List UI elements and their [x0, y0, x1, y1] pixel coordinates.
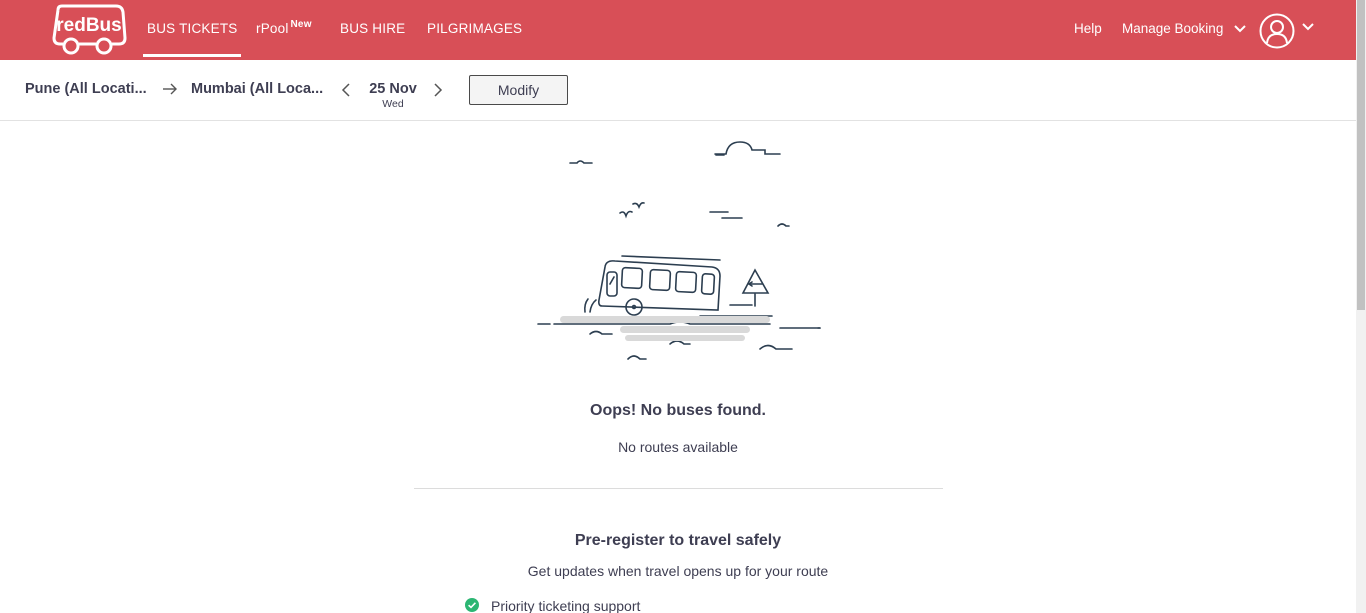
nav-rpool-label: rPool: [256, 21, 289, 36]
previous-date-icon[interactable]: [340, 82, 352, 98]
user-avatar-icon[interactable]: [1259, 13, 1295, 49]
check-circle-icon: [465, 598, 479, 612]
section-divider: [414, 488, 943, 489]
manage-booking-label: Manage Booking: [1122, 21, 1224, 36]
redbus-logo[interactable]: redBus: [50, 4, 128, 56]
travel-weekday: Wed: [382, 98, 404, 110]
manage-booking-menu[interactable]: Manage Booking: [1122, 21, 1247, 36]
nav-bus-hire[interactable]: BUS HIRE: [340, 21, 405, 36]
chevron-down-icon: [1234, 25, 1246, 33]
from-city[interactable]: Pune (All Locati...: [25, 81, 147, 97]
account-chevron-down-icon[interactable]: [1301, 22, 1315, 32]
empty-state-title: Oops! No buses found.: [590, 402, 766, 419]
travel-date[interactable]: 25 Nov: [360, 81, 426, 97]
preregister-subtitle: Get updates when travel opens up for you…: [527, 563, 829, 579]
arrow-right-icon: [163, 83, 177, 95]
new-badge: New: [290, 19, 312, 30]
modify-button[interactable]: Modify: [469, 75, 568, 105]
top-navigation-bar: redBus BUS TICKETS rPool New BUS HIRE PIL…: [0, 0, 1356, 60]
preregister-title: Pre-register to travel safely: [574, 532, 782, 549]
scrollbar-thumb[interactable]: [1357, 0, 1365, 310]
benefit-label: Priority ticketing support: [491, 598, 641, 613]
nav-pilgrimages[interactable]: PILGRIMAGES: [427, 21, 522, 36]
empty-state-subtitle: No routes available: [618, 439, 738, 455]
next-date-icon[interactable]: [432, 82, 444, 98]
search-summary-bar: Pune (All Locati... Mumbai (All Loca... …: [0, 60, 1356, 121]
help-link[interactable]: Help: [1074, 21, 1102, 36]
no-bus-illustration: [537, 141, 821, 360]
to-city[interactable]: Mumbai (All Loca...: [191, 81, 323, 97]
svg-text:redBus: redBus: [56, 15, 121, 36]
nav-rpool[interactable]: rPool New: [256, 19, 312, 36]
nav-bus-tickets[interactable]: BUS TICKETS: [142, 21, 242, 57]
